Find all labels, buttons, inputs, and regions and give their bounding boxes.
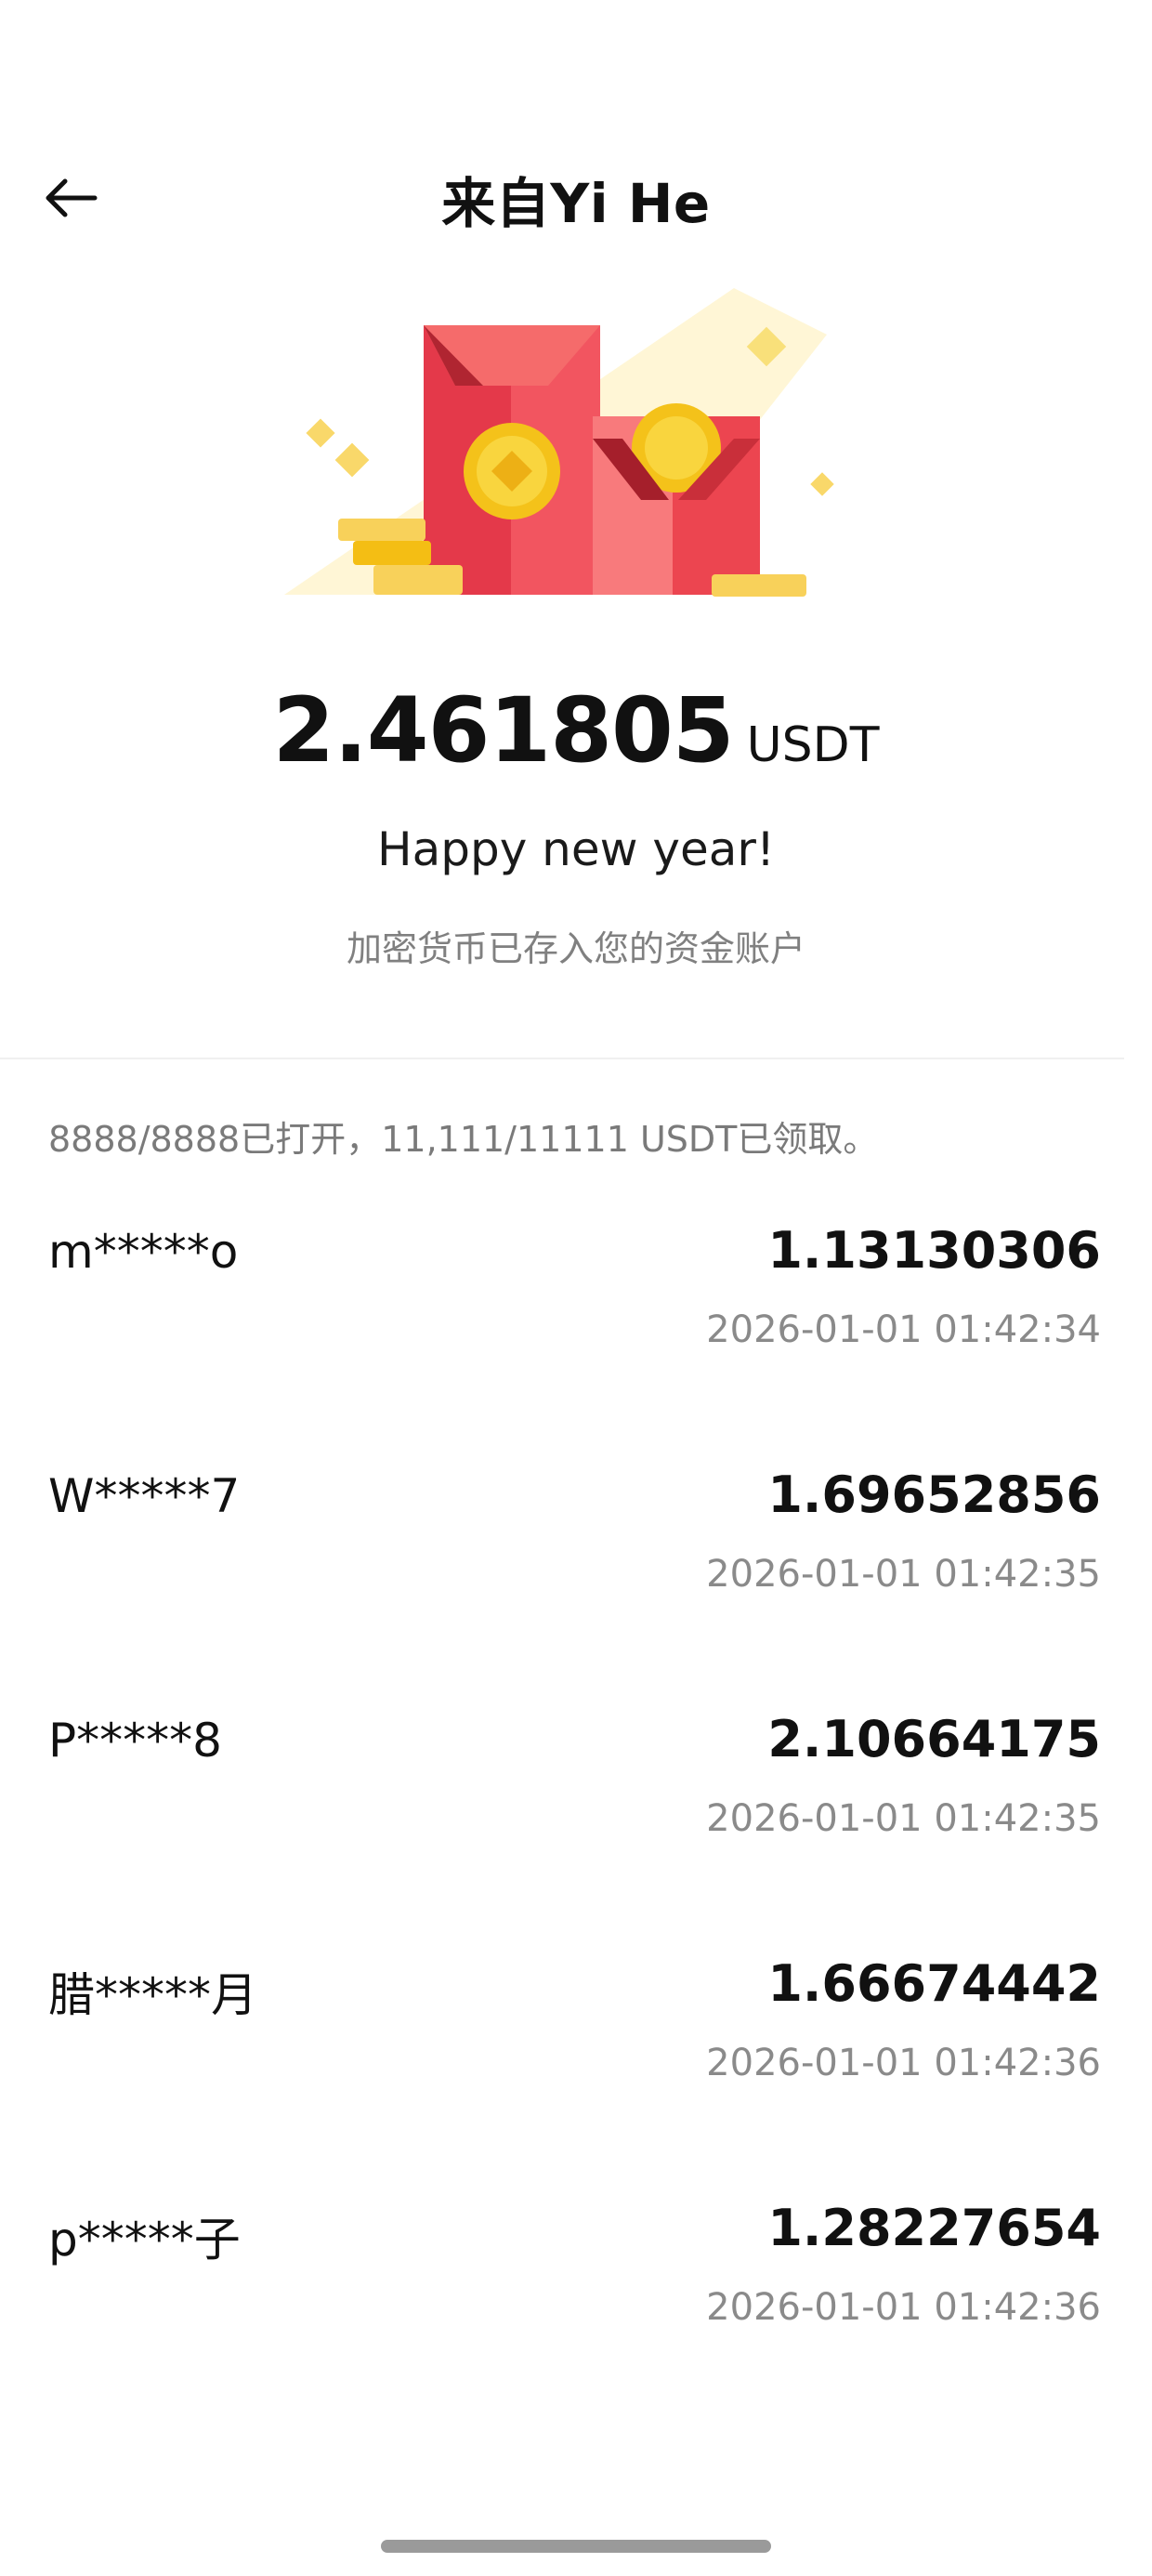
list-item: W*****7 1.69652856 2026-01-01 01:42:35 xyxy=(0,1452,1152,1697)
page-title: 来自Yi He xyxy=(441,172,711,235)
claims-list: m*****o 1.13130306 2026-01-01 01:42:34 W… xyxy=(0,1208,1152,2430)
claimer-name: m*****o xyxy=(48,1225,239,1279)
divider xyxy=(0,1058,1124,1059)
claimer-name: 腊*****月 xyxy=(48,1968,257,2022)
red-envelope-illustration xyxy=(269,279,883,613)
claim-amount: 1.13130306 xyxy=(767,1221,1101,1280)
claim-amount: 2.10664175 xyxy=(767,1710,1101,1768)
claimer-name: p*****子 xyxy=(48,2213,241,2267)
claimer-name: W*****7 xyxy=(48,1469,241,1523)
claim-summary: 8888/8888已打开，11,111/11111 USDT已领取。 xyxy=(48,1119,879,1160)
deposit-note: 加密货币已存入您的资金账户 xyxy=(346,928,805,969)
claim-time: 2026-01-01 01:42:36 xyxy=(706,2042,1101,2084)
home-indicator[interactable] xyxy=(381,2540,771,2553)
list-item: 腊*****月 1.66674442 2026-01-01 01:42:36 xyxy=(0,1941,1152,2186)
list-item: m*****o 1.13130306 2026-01-01 01:42:34 xyxy=(0,1208,1152,1452)
claim-amount: 1.66674442 xyxy=(767,1954,1101,2013)
currency-label: USDT xyxy=(746,717,880,773)
header-bar: 来自Yi He xyxy=(0,139,1152,260)
claim-time: 2026-01-01 01:42:34 xyxy=(706,1308,1101,1351)
greeting-message: Happy new year! xyxy=(376,822,776,876)
amount-value: 2.461805 xyxy=(272,678,735,782)
received-amount: 2.461805 USDT xyxy=(0,678,1152,782)
claim-time: 2026-01-01 01:42:35 xyxy=(706,1553,1101,1596)
list-item: P*****8 2.10664175 2026-01-01 01:42:35 xyxy=(0,1697,1152,1941)
claim-time: 2026-01-01 01:42:35 xyxy=(706,1797,1101,1840)
claim-amount: 1.69652856 xyxy=(767,1465,1101,1524)
claim-amount: 1.28227654 xyxy=(767,2199,1101,2257)
list-item: p*****子 1.28227654 2026-01-01 01:42:36 xyxy=(0,2186,1152,2430)
claim-time: 2026-01-01 01:42:36 xyxy=(706,2286,1101,2329)
claimer-name: P*****8 xyxy=(48,1714,222,1768)
